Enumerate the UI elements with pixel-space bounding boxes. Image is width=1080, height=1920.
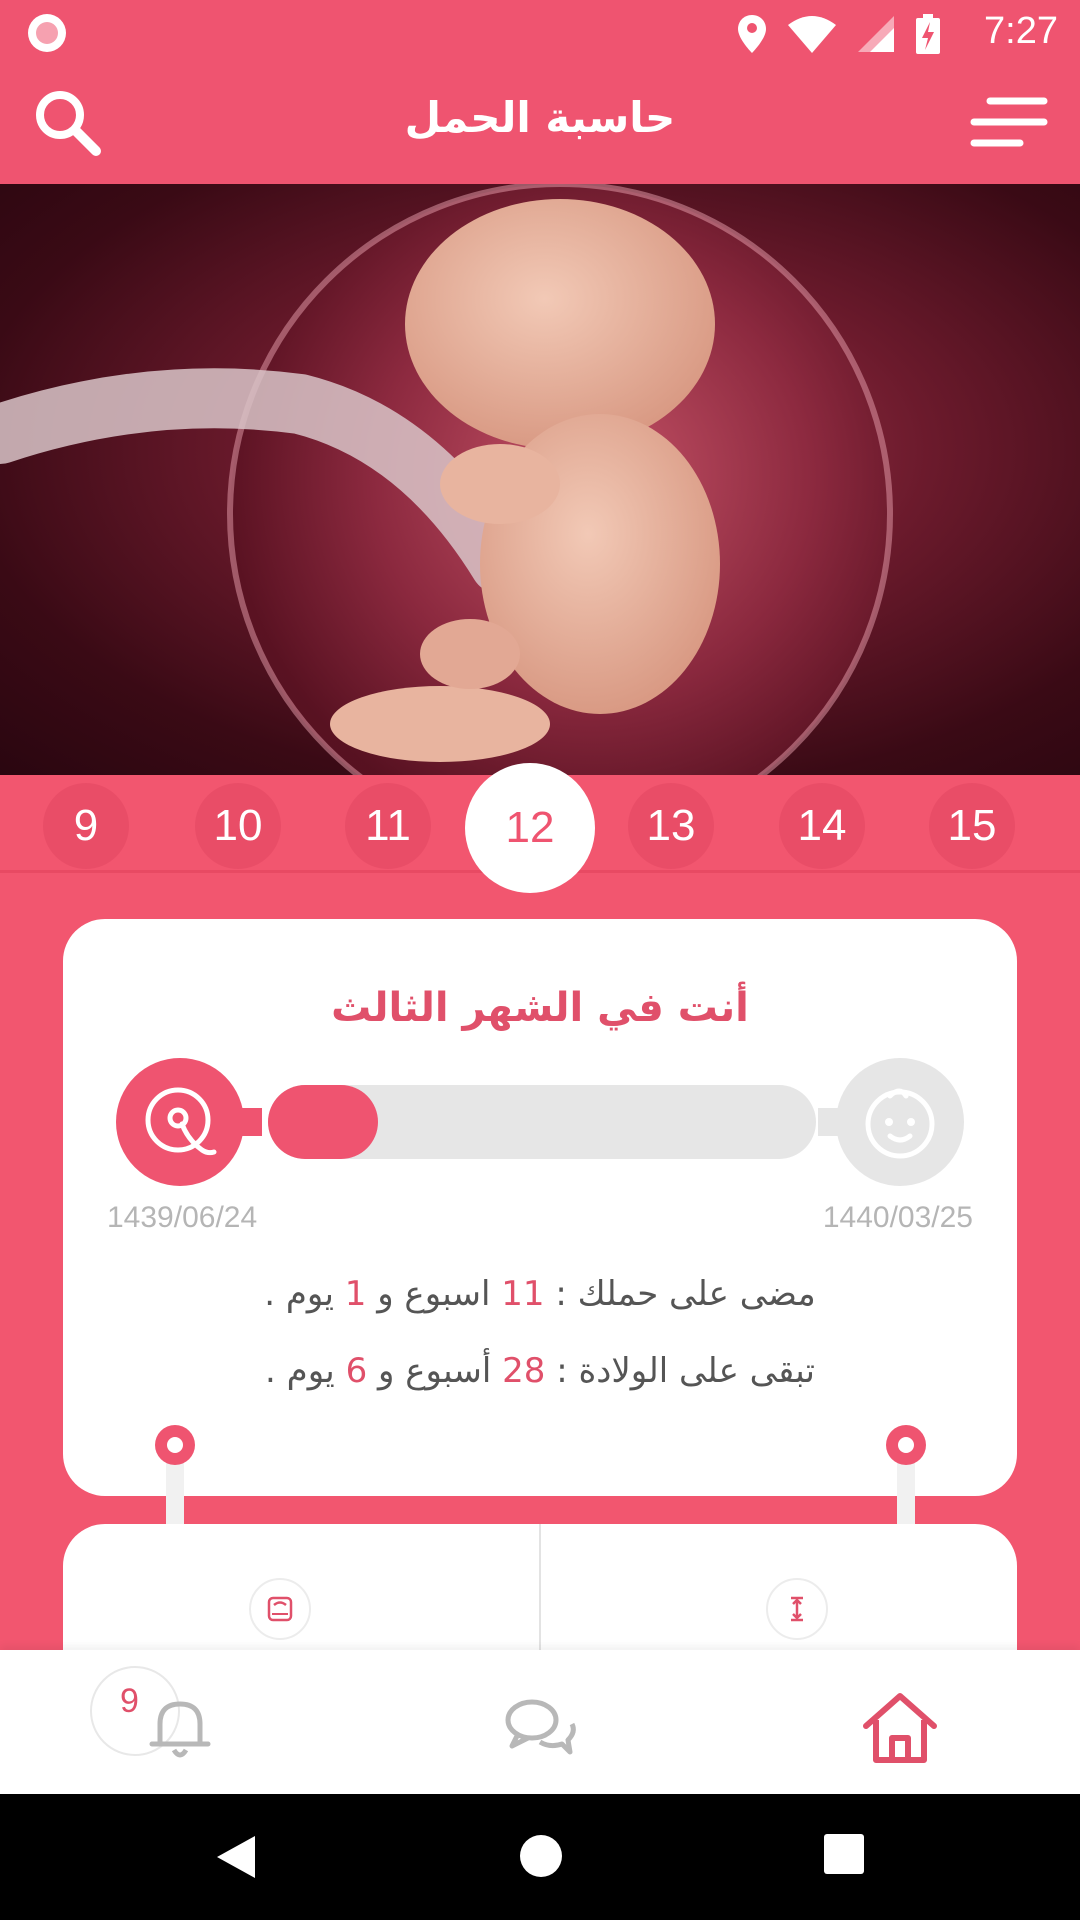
location-icon xyxy=(738,15,766,53)
remaining-weeks-word: أسبوع و xyxy=(378,1351,492,1391)
bell-icon xyxy=(149,1701,211,1758)
length-measure-icon[interactable] xyxy=(766,1578,828,1640)
week-item[interactable]: 13 xyxy=(628,783,714,869)
recents-icon[interactable] xyxy=(824,1834,864,1874)
weight-scale-icon[interactable] xyxy=(249,1578,311,1640)
app-bar: حاسبة الحمل xyxy=(0,63,1080,184)
week-item[interactable]: 14 xyxy=(779,783,865,869)
month-title: أنت في الشهر الثالث xyxy=(331,985,749,1031)
measurements-card xyxy=(63,1524,1017,1654)
elapsed-line: مضى على حملك : 11 اسبوع و 1 يوم . xyxy=(63,1274,1017,1314)
elapsed-days-word: يوم . xyxy=(264,1274,334,1314)
status-time: 7:27 xyxy=(984,10,1058,52)
baby-face-icon xyxy=(865,1088,935,1159)
week-item[interactable]: 15 xyxy=(929,783,1015,869)
progress-fill xyxy=(268,1085,378,1159)
remaining-days: 6 xyxy=(345,1351,368,1391)
battery-charging-icon xyxy=(916,14,940,54)
elapsed-label: مضى على حملك : xyxy=(555,1274,816,1314)
week-item-selected[interactable]: 12 xyxy=(465,763,595,893)
home-button[interactable] xyxy=(860,1688,940,1768)
menu-button[interactable] xyxy=(970,89,1050,155)
elapsed-days: 1 xyxy=(344,1274,367,1314)
menu-icon xyxy=(970,97,1048,147)
progress-track xyxy=(268,1085,816,1159)
chat-button[interactable] xyxy=(500,1688,580,1768)
pregnancy-progress-card: أنت في الشهر الثالث 1439/06/24 1440/03/2… xyxy=(63,919,1017,1496)
system-navigation-bar xyxy=(0,1794,1080,1920)
back-icon[interactable] xyxy=(215,1834,257,1880)
week-selector: 9 10 11 12 13 14 15 xyxy=(0,763,1080,893)
remaining-line: تبقى على الولادة : 28 أسبوع و 6 يوم . xyxy=(63,1351,1017,1391)
chat-icon xyxy=(505,1699,576,1755)
conception-marker xyxy=(116,1058,262,1186)
page-title: حاسبة الحمل xyxy=(404,93,676,142)
signal-icon xyxy=(858,16,894,52)
home-icon xyxy=(863,1693,937,1763)
fetus-image xyxy=(0,184,1080,775)
remaining-weeks: 28 xyxy=(502,1351,546,1391)
elapsed-weeks: 11 xyxy=(501,1274,545,1314)
week-item[interactable]: 10 xyxy=(195,783,281,869)
start-date: 1439/06/24 xyxy=(107,1201,258,1234)
screen-record-icon xyxy=(28,14,66,52)
status-bar: 7:27 xyxy=(0,0,1080,63)
card-divider xyxy=(539,1524,541,1654)
status-icons xyxy=(738,14,940,54)
notification-count: 9 xyxy=(120,1682,139,1720)
home-circle-icon[interactable] xyxy=(519,1834,563,1878)
elapsed-weeks-word: اسبوع و xyxy=(377,1274,491,1314)
wifi-icon xyxy=(788,16,836,53)
birth-marker xyxy=(818,1058,964,1186)
notifications-button[interactable] xyxy=(140,1688,220,1768)
remaining-days-word: يوم . xyxy=(265,1351,335,1391)
sperm-egg-icon xyxy=(145,1087,217,1156)
due-date: 1440/03/25 xyxy=(822,1201,973,1234)
bottom-nav: 9 xyxy=(0,1650,1080,1794)
week-item[interactable]: 11 xyxy=(345,783,431,869)
remaining-label: تبقى على الولادة : xyxy=(556,1351,815,1391)
week-item[interactable]: 9 xyxy=(43,783,129,869)
